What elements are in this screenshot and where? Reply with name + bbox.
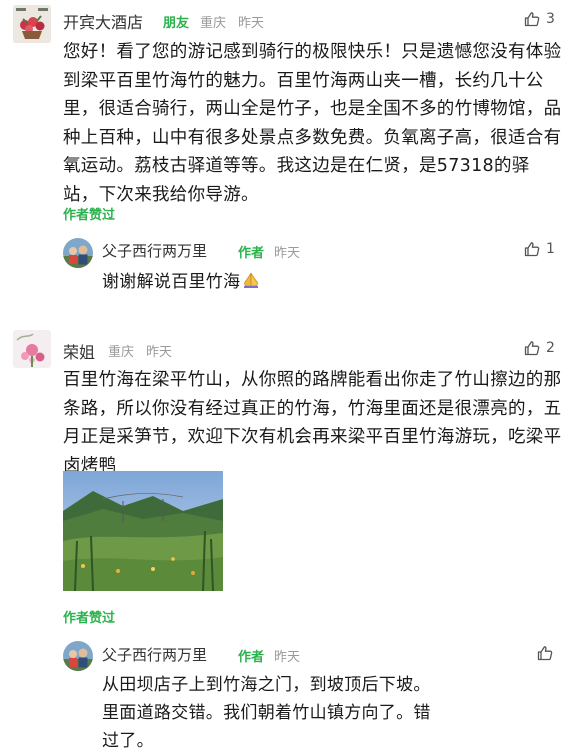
comment-2: 荣姐 重庆 昨天 2 百里竹海在梁平竹山，从你照的路牌能看出你走了竹山擦边的那条路…: [0, 325, 587, 751]
like-count: 1: [546, 241, 555, 257]
comment-meta: 重庆 昨天: [200, 12, 276, 31]
comment-1: 开宾大酒店 朋友 重庆 昨天 3 您好！看了您的游记感到骑行的极限快乐！只是遗憾您…: [0, 0, 587, 300]
pink-flowers-icon: [13, 330, 51, 368]
location-text: 重庆: [200, 16, 227, 31]
comment-text: 您好！看了您的游记感到骑行的极限快乐！只是遗憾您没有体验到梁平百里竹海竹的魅力。…: [63, 42, 562, 205]
like-button[interactable]: 3: [524, 11, 555, 27]
thumbs-up-icon: [524, 341, 540, 356]
user-avatar[interactable]: [13, 5, 51, 43]
family-photo-icon: [63, 238, 93, 268]
reply-text: 谢谢解说百里竹海: [102, 268, 260, 298]
reply-text: 从田坝店子上到竹海之门，到坡顶后下坡。里面道路交错。我们朝着竹山镇方向了。错过了…: [102, 675, 431, 751]
reply-text-content: 谢谢解说百里竹海: [102, 272, 241, 292]
flower-basket-icon: [13, 5, 51, 43]
family-photo-icon: [63, 641, 93, 671]
time-text: 昨天: [238, 16, 265, 31]
like-count: 2: [546, 340, 555, 356]
user-avatar[interactable]: [13, 330, 51, 368]
friend-badge: 朋友: [163, 16, 190, 31]
thumbs-up-icon: [524, 12, 540, 27]
reply-avatar[interactable]: [63, 641, 93, 671]
praying-hands-icon: [242, 270, 260, 298]
author-badge: 作者: [238, 246, 265, 261]
location-text: 重庆: [108, 345, 135, 360]
comment-text: 百里竹海在梁平竹山，从你照的路牌能看出你走了竹山擦边的那条路，所以你没有经过真正…: [63, 370, 562, 476]
comment-author[interactable]: 开宾大酒店: [63, 9, 143, 33]
thumbs-up-icon: [524, 242, 540, 257]
thumbs-up-icon: [537, 646, 553, 661]
like-count: 3: [546, 11, 555, 27]
author-liked-label: 作者赞过: [63, 208, 116, 223]
time-text: 昨天: [146, 345, 173, 360]
author-liked-label: 作者赞过: [63, 611, 116, 626]
like-button[interactable]: 2: [524, 340, 555, 356]
comment-author[interactable]: 荣姐: [63, 339, 95, 363]
reply-author[interactable]: 父子西行两万里: [102, 240, 207, 261]
comment-photo[interactable]: [63, 471, 223, 591]
comment-meta: 重庆 昨天: [108, 341, 184, 360]
reply-avatar[interactable]: [63, 238, 93, 268]
bamboo-field-photo-icon: [63, 471, 223, 591]
reply-author[interactable]: 父子西行两万里: [102, 644, 207, 665]
reply-time: 昨天: [274, 650, 301, 665]
reply-like-button[interactable]: [537, 645, 553, 661]
author-badge: 作者: [238, 650, 265, 665]
reply-time: 昨天: [274, 246, 301, 261]
reply-like-button[interactable]: 1: [524, 241, 555, 257]
